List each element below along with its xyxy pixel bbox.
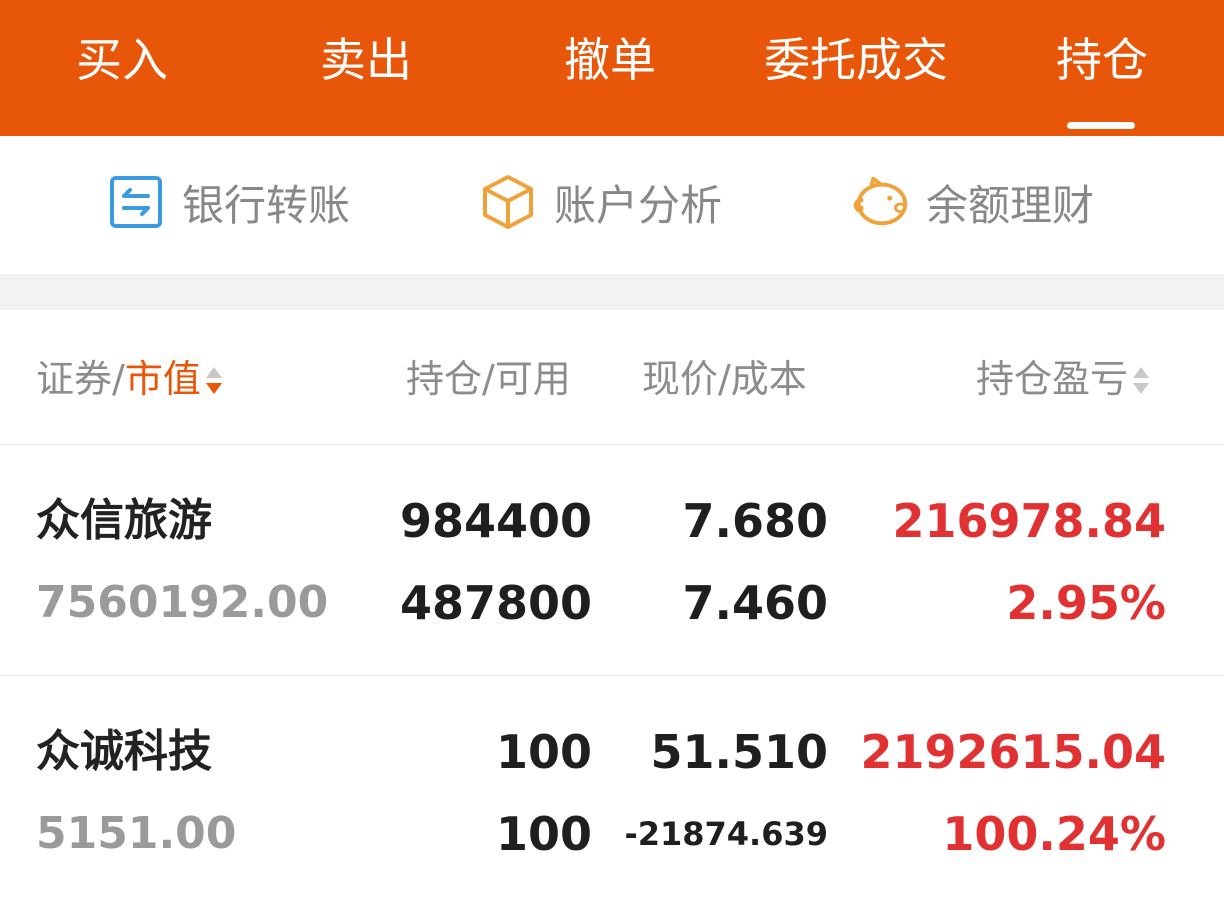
quick-action-bar: 银行转账 账户分析 余额理财 (0, 136, 1224, 274)
sort-icon (1132, 363, 1150, 401)
header-market-value-label: 市值 (124, 357, 201, 401)
tab-buy[interactable]: 买入 (60, 30, 184, 90)
active-tab-indicator (1067, 122, 1135, 129)
balance-finance-label: 余额理财 (926, 180, 1095, 230)
account-analysis-button[interactable]: 账户分析 (478, 170, 722, 234)
piggy-bank-icon (850, 172, 910, 232)
bank-transfer-label: 银行转账 (182, 180, 351, 230)
header-price-cost: 现价/成本 (642, 357, 807, 401)
positions-table-header: 证券/市值 持仓/可用 现价/成本 持仓盈亏 (0, 310, 1224, 445)
pnl-amount: 216978.84 (892, 494, 1166, 548)
tab-sell[interactable]: 卖出 (304, 30, 428, 90)
table-row[interactable]: 众信旅游 7560192.00 984400 487800 7.680 7.46… (0, 445, 1224, 676)
pnl-percent: 2.95% (1006, 576, 1166, 630)
current-price: 51.510 (650, 725, 828, 779)
top-tab-bar: 买入 卖出 撤单 委托成交 持仓 (0, 0, 1224, 136)
cost-price: 7.460 (682, 576, 828, 630)
pnl-percent: 100.24% (942, 807, 1166, 861)
security-name: 众诚科技 (36, 726, 212, 777)
security-name: 众信旅游 (36, 495, 212, 546)
header-pnl[interactable]: 持仓盈亏 (976, 354, 1150, 404)
table-row[interactable]: 众诚科技 5151.00 100 100 51.510 -21874.639 2… (0, 676, 1224, 906)
current-price: 7.680 (682, 494, 828, 548)
header-pnl-label: 持仓盈亏 (976, 357, 1129, 401)
market-value: 5151.00 (36, 808, 237, 859)
pnl-amount: 2192615.04 (860, 725, 1166, 779)
header-position-available: 持仓/可用 (406, 357, 571, 401)
header-security-market-value[interactable]: 证券/市值 (36, 354, 223, 404)
section-divider (0, 274, 1224, 310)
cost-price: -21874.639 (624, 815, 828, 853)
market-value: 7560192.00 (36, 577, 329, 628)
cube-icon (478, 172, 538, 232)
header-security-label: 证券/ (36, 357, 125, 401)
account-analysis-label: 账户分析 (554, 180, 723, 230)
available-qty: 100 (495, 807, 592, 861)
bank-transfer-button[interactable]: 银行转账 (106, 170, 350, 234)
tab-orders-trades[interactable]: 委托成交 (748, 30, 964, 90)
balance-finance-button[interactable]: 余额理财 (850, 170, 1094, 234)
tab-cancel-order[interactable]: 撤单 (548, 30, 672, 90)
available-qty: 487800 (399, 576, 592, 630)
position-qty: 984400 (399, 494, 592, 548)
bank-transfer-icon (106, 172, 166, 232)
sort-desc-icon (205, 363, 223, 401)
tab-positions[interactable]: 持仓 (1040, 30, 1164, 90)
position-qty: 100 (495, 725, 592, 779)
